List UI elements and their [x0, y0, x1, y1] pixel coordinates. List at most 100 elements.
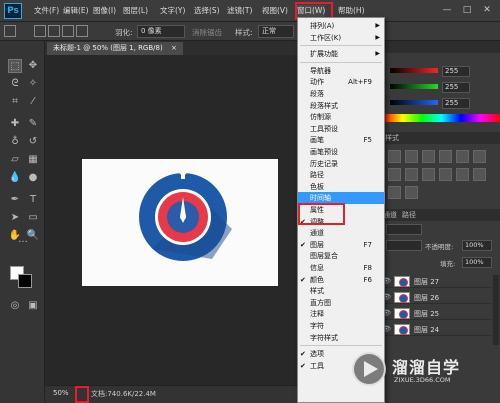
menu-item[interactable]: 文字(Y)	[160, 5, 185, 17]
red-value[interactable]: 255	[442, 66, 470, 77]
blur-tool-icon[interactable]: 💧	[8, 171, 22, 185]
subtract-selection-icon[interactable]	[62, 25, 74, 37]
style-swatch[interactable]	[388, 150, 401, 163]
style-select[interactable]: 正常	[258, 25, 294, 38]
opacity-input[interactable]: 100%	[462, 240, 492, 251]
window-menu-item[interactable]: ✔ 图层 F7	[298, 239, 384, 251]
window-menu-item[interactable]: 画笔 F5	[298, 134, 384, 146]
menu-item[interactable]: 视图(V)	[262, 5, 288, 17]
style-swatch[interactable]	[388, 168, 401, 181]
window-menu-item[interactable]: 信息 F8	[298, 262, 384, 274]
style-swatch[interactable]	[456, 150, 469, 163]
history-brush-tool-icon[interactable]: ↺	[26, 135, 40, 149]
menu-item[interactable]: 图层(L)	[123, 5, 148, 17]
blue-value[interactable]: 255	[442, 98, 470, 109]
shape-tool-icon[interactable]: ▭	[26, 211, 40, 225]
blue-slider[interactable]	[390, 100, 438, 105]
path-selection-tool-icon[interactable]: ➤	[8, 211, 22, 225]
window-menu-item[interactable]: 历史记录	[298, 158, 384, 170]
window-menu-item[interactable]: 样式	[298, 285, 384, 297]
magic-wand-tool-icon[interactable]: ✧	[26, 77, 40, 91]
window-menu-item[interactable]: 工作区(K) ▶	[298, 32, 384, 44]
brush-tool-icon[interactable]: ✎	[26, 117, 40, 131]
layer-row[interactable]: 👁 图层 27	[380, 275, 492, 288]
gradient-tool-icon[interactable]: ▦	[26, 153, 40, 167]
feather-input[interactable]: 0 像素	[137, 25, 185, 38]
marquee-preset-icon[interactable]	[4, 25, 16, 37]
style-swatch[interactable]	[473, 168, 486, 181]
style-swatch[interactable]	[456, 168, 469, 181]
window-menu-item[interactable]: 动作 Alt+F9	[298, 76, 384, 88]
color-spectrum[interactable]	[383, 114, 500, 122]
window-menu-item[interactable]: 色板	[298, 181, 384, 193]
screen-mode-icon[interactable]: ▣	[26, 299, 40, 313]
blend-mode-select[interactable]	[386, 240, 422, 251]
menu-item[interactable]: 编辑(E)	[63, 5, 89, 17]
red-slider[interactable]	[390, 68, 438, 73]
minimize-button[interactable]: —	[440, 4, 454, 16]
restore-button[interactable]: □	[460, 4, 474, 16]
style-swatch[interactable]	[405, 168, 418, 181]
style-swatch[interactable]	[388, 186, 401, 199]
window-menu-item[interactable]: 路径	[298, 169, 384, 181]
style-swatch[interactable]	[439, 168, 452, 181]
document-canvas[interactable]	[82, 159, 278, 286]
paths-tab[interactable]: 路径	[402, 210, 416, 220]
window-menu-item[interactable]: 注释	[298, 308, 384, 320]
intersect-selection-icon[interactable]	[76, 25, 88, 37]
layer-row[interactable]: 👁 图层 24	[380, 323, 492, 336]
style-swatch[interactable]	[439, 150, 452, 163]
styles-tab[interactable]: 样式	[385, 133, 399, 143]
document-tab[interactable]: 未标题-1 @ 50% (图层 1, RGB/8) ×	[47, 42, 183, 55]
eraser-tool-icon[interactable]: ▱	[8, 153, 22, 167]
style-swatch[interactable]	[422, 168, 435, 181]
channels-tab[interactable]: 通道	[383, 210, 397, 220]
green-value[interactable]: 255	[442, 82, 470, 93]
add-selection-icon[interactable]	[48, 25, 60, 37]
menu-item[interactable]: 图像(I)	[93, 5, 116, 17]
window-menu-item[interactable]: 字符	[298, 320, 384, 332]
window-menu-item[interactable]: 导航器	[298, 65, 384, 77]
window-menu-item[interactable]: 扩展功能 ▶	[298, 48, 384, 60]
antialias-checkbox[interactable]: 消除锯齿	[192, 27, 222, 38]
window-menu-item[interactable]: 画笔预设	[298, 146, 384, 158]
window-menu-item[interactable]: 段落样式	[298, 100, 384, 112]
marquee-tool-icon[interactable]: ⬚	[8, 59, 22, 73]
crop-tool-icon[interactable]: ⌗	[8, 95, 22, 109]
document-tab-close[interactable]: ×	[171, 44, 177, 52]
quick-mask-icon[interactable]: ◎	[8, 299, 22, 313]
fill-input[interactable]: 100%	[462, 257, 492, 268]
layers-scrollbar[interactable]	[493, 275, 499, 345]
layer-row[interactable]: 👁 图层 25	[380, 307, 492, 320]
lasso-tool-icon[interactable]: ᘓ	[8, 77, 22, 91]
window-menu-item[interactable]: 通道	[298, 227, 384, 239]
new-selection-icon[interactable]	[34, 25, 46, 37]
style-swatch[interactable]	[405, 186, 418, 199]
background-color-swatch[interactable]	[18, 274, 32, 288]
type-tool-icon[interactable]: T	[26, 193, 40, 207]
layer-row[interactable]: 👁 图层 26	[380, 291, 492, 304]
style-swatch[interactable]	[405, 150, 418, 163]
healing-brush-tool-icon[interactable]: ✚	[8, 117, 22, 131]
window-menu-item[interactable]: 排列(A) ▶	[298, 20, 384, 32]
dodge-tool-icon[interactable]: ●	[26, 171, 40, 185]
menu-item[interactable]: 滤镜(T)	[227, 5, 252, 17]
green-slider[interactable]	[390, 84, 438, 89]
window-menu-item[interactable]: 工具预设	[298, 123, 384, 135]
window-menu-item[interactable]: 图层复合	[298, 250, 384, 262]
move-tool-icon[interactable]: ✥	[26, 59, 40, 73]
pen-tool-icon[interactable]: ✒	[8, 193, 22, 207]
window-menu-item[interactable]: 直方图	[298, 297, 384, 309]
zoom-level-field[interactable]: 50%	[53, 389, 69, 397]
style-swatch[interactable]	[422, 150, 435, 163]
clone-stamp-tool-icon[interactable]: ♁	[8, 135, 22, 149]
window-menu-item[interactable]: 仿制源	[298, 111, 384, 123]
window-menu-item[interactable]: 字符样式	[298, 332, 384, 344]
window-menu-item[interactable]: ✔ 颜色 F6	[298, 274, 384, 286]
menu-item[interactable]: 帮助(H)	[338, 5, 365, 17]
layer-filter-select[interactable]	[386, 224, 422, 235]
style-swatch[interactable]	[473, 150, 486, 163]
tools-extra-icon[interactable]: ···	[6, 236, 40, 250]
menu-item[interactable]: 文件(F)	[34, 5, 59, 17]
window-menu-item[interactable]: 段落	[298, 88, 384, 100]
